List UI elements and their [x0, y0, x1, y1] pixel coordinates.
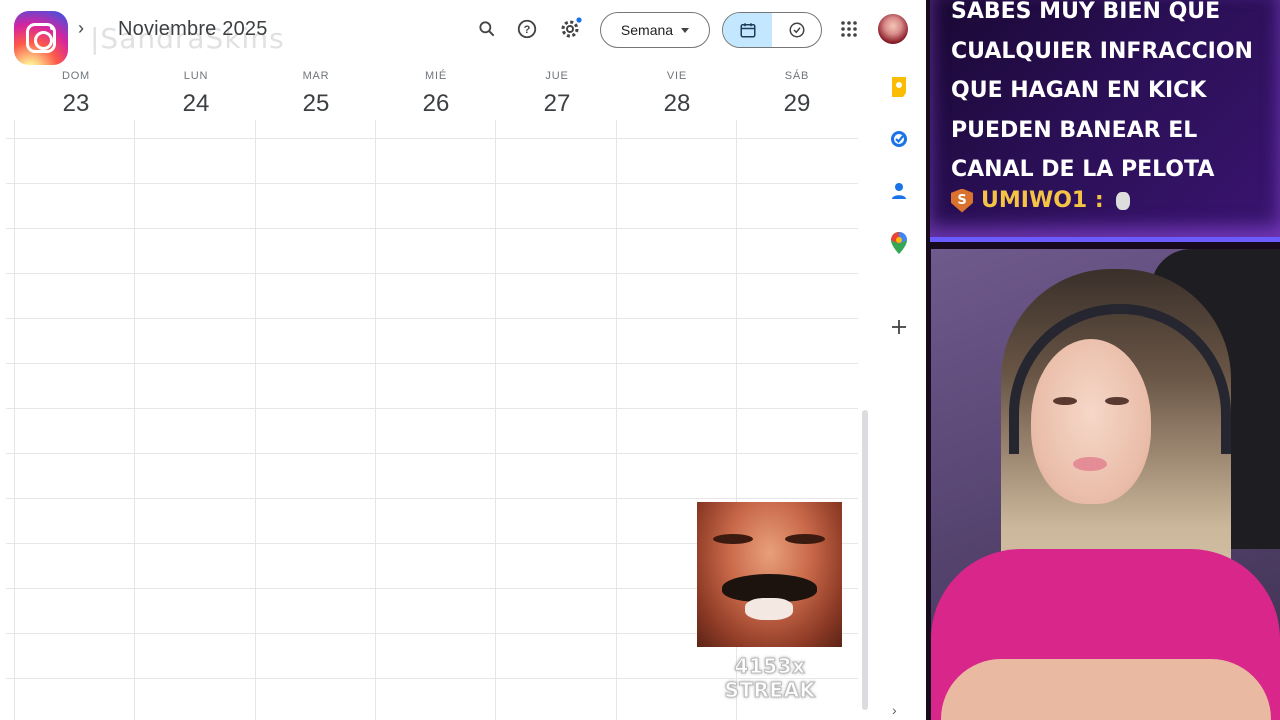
subscriber-badge-icon: S	[951, 188, 973, 213]
calendar-app: › |SandraSkins Noviembre 2025 ? Semana D…	[0, 0, 926, 720]
month-title: Noviembre 2025	[118, 18, 268, 40]
day-number[interactable]: 26	[376, 90, 496, 118]
search-icon[interactable]	[474, 16, 500, 42]
day-column-line	[255, 120, 256, 720]
day-of-week: JUE	[545, 70, 569, 82]
day-number[interactable]: 29	[737, 90, 857, 118]
day-header-sat[interactable]: SÁB 29	[737, 70, 857, 118]
view-select-label: Semana	[620, 22, 674, 38]
day-header-fri[interactable]: VIE 28	[617, 70, 737, 118]
day-of-week: MAR	[302, 70, 330, 82]
day-number[interactable]: 24	[136, 90, 256, 118]
day-column-line	[495, 120, 496, 720]
calendar-icon	[740, 23, 755, 38]
day-number[interactable]: 23	[16, 90, 136, 118]
day-of-week: SÁB	[784, 70, 810, 82]
keep-icon[interactable]	[888, 76, 910, 98]
day-column-line	[375, 120, 376, 720]
chat-highlight-box: SABES MUY BIEN QUE CUALQUIER INFRACCION …	[930, 0, 1280, 242]
day-number[interactable]: 27	[497, 90, 617, 118]
account-avatar[interactable]	[878, 14, 908, 44]
add-icon[interactable]	[888, 316, 910, 338]
day-of-week: VIE	[666, 70, 688, 82]
streamer-face	[1031, 339, 1151, 504]
calendar-topbar: › |SandraSkins Noviembre 2025 ? Semana	[0, 0, 926, 65]
day-header-tue[interactable]: MAR 25	[256, 70, 376, 118]
tasks-icon[interactable]	[888, 128, 910, 150]
day-number[interactable]: 25	[256, 90, 376, 118]
stream-panel: SABES MUY BIEN QUE CUALQUIER INFRACCION …	[926, 0, 1280, 720]
chat-username: UMIWO1 :	[981, 188, 1104, 213]
grid-scrollbar[interactable]	[862, 410, 868, 710]
day-column-line	[616, 120, 617, 720]
settings-icon[interactable]	[557, 16, 583, 42]
streamer-arms	[941, 659, 1271, 720]
chat-message: SABES MUY BIEN QUE CUALQUIER INFRACCION …	[951, 0, 1253, 182]
tasks-toggle-button[interactable]	[772, 13, 821, 47]
streak-label: 4153x STREAK	[724, 654, 816, 703]
day-header-mon[interactable]: LUN 24	[136, 70, 256, 118]
contacts-icon[interactable]	[888, 180, 910, 202]
expand-panel-chevron-icon[interactable]: ›	[892, 702, 897, 718]
day-column-line	[14, 120, 15, 720]
day-column-line	[134, 120, 135, 720]
view-toggle	[722, 12, 822, 48]
next-week-chevron-icon[interactable]: ›	[78, 18, 84, 39]
user-emote-icon	[1115, 191, 1130, 210]
day-number[interactable]: 28	[617, 90, 737, 118]
svg-text:?: ?	[524, 24, 531, 36]
day-of-week: MIÉ	[425, 70, 447, 82]
laughing-man-emote	[697, 502, 842, 647]
day-of-week: DOM	[61, 70, 91, 82]
apps-icon[interactable]	[836, 16, 862, 42]
maps-icon[interactable]	[888, 232, 910, 254]
day-of-week: LUN	[183, 70, 209, 82]
day-header-thu[interactable]: JUE 27	[497, 70, 617, 118]
calendar-toggle-button[interactable]	[723, 13, 772, 47]
view-select[interactable]: Semana	[600, 12, 710, 48]
dropdown-caret-icon	[681, 27, 690, 33]
help-icon[interactable]: ?	[514, 16, 540, 42]
streamer-webcam	[931, 249, 1280, 720]
check-circle-icon	[789, 22, 804, 38]
day-header-sun[interactable]: DOM 23	[16, 70, 136, 118]
chat-user-row: S UMIWO1 :	[951, 188, 1130, 213]
day-header-wed[interactable]: MIÉ 26	[376, 70, 496, 118]
instagram-logo-icon	[14, 11, 68, 65]
